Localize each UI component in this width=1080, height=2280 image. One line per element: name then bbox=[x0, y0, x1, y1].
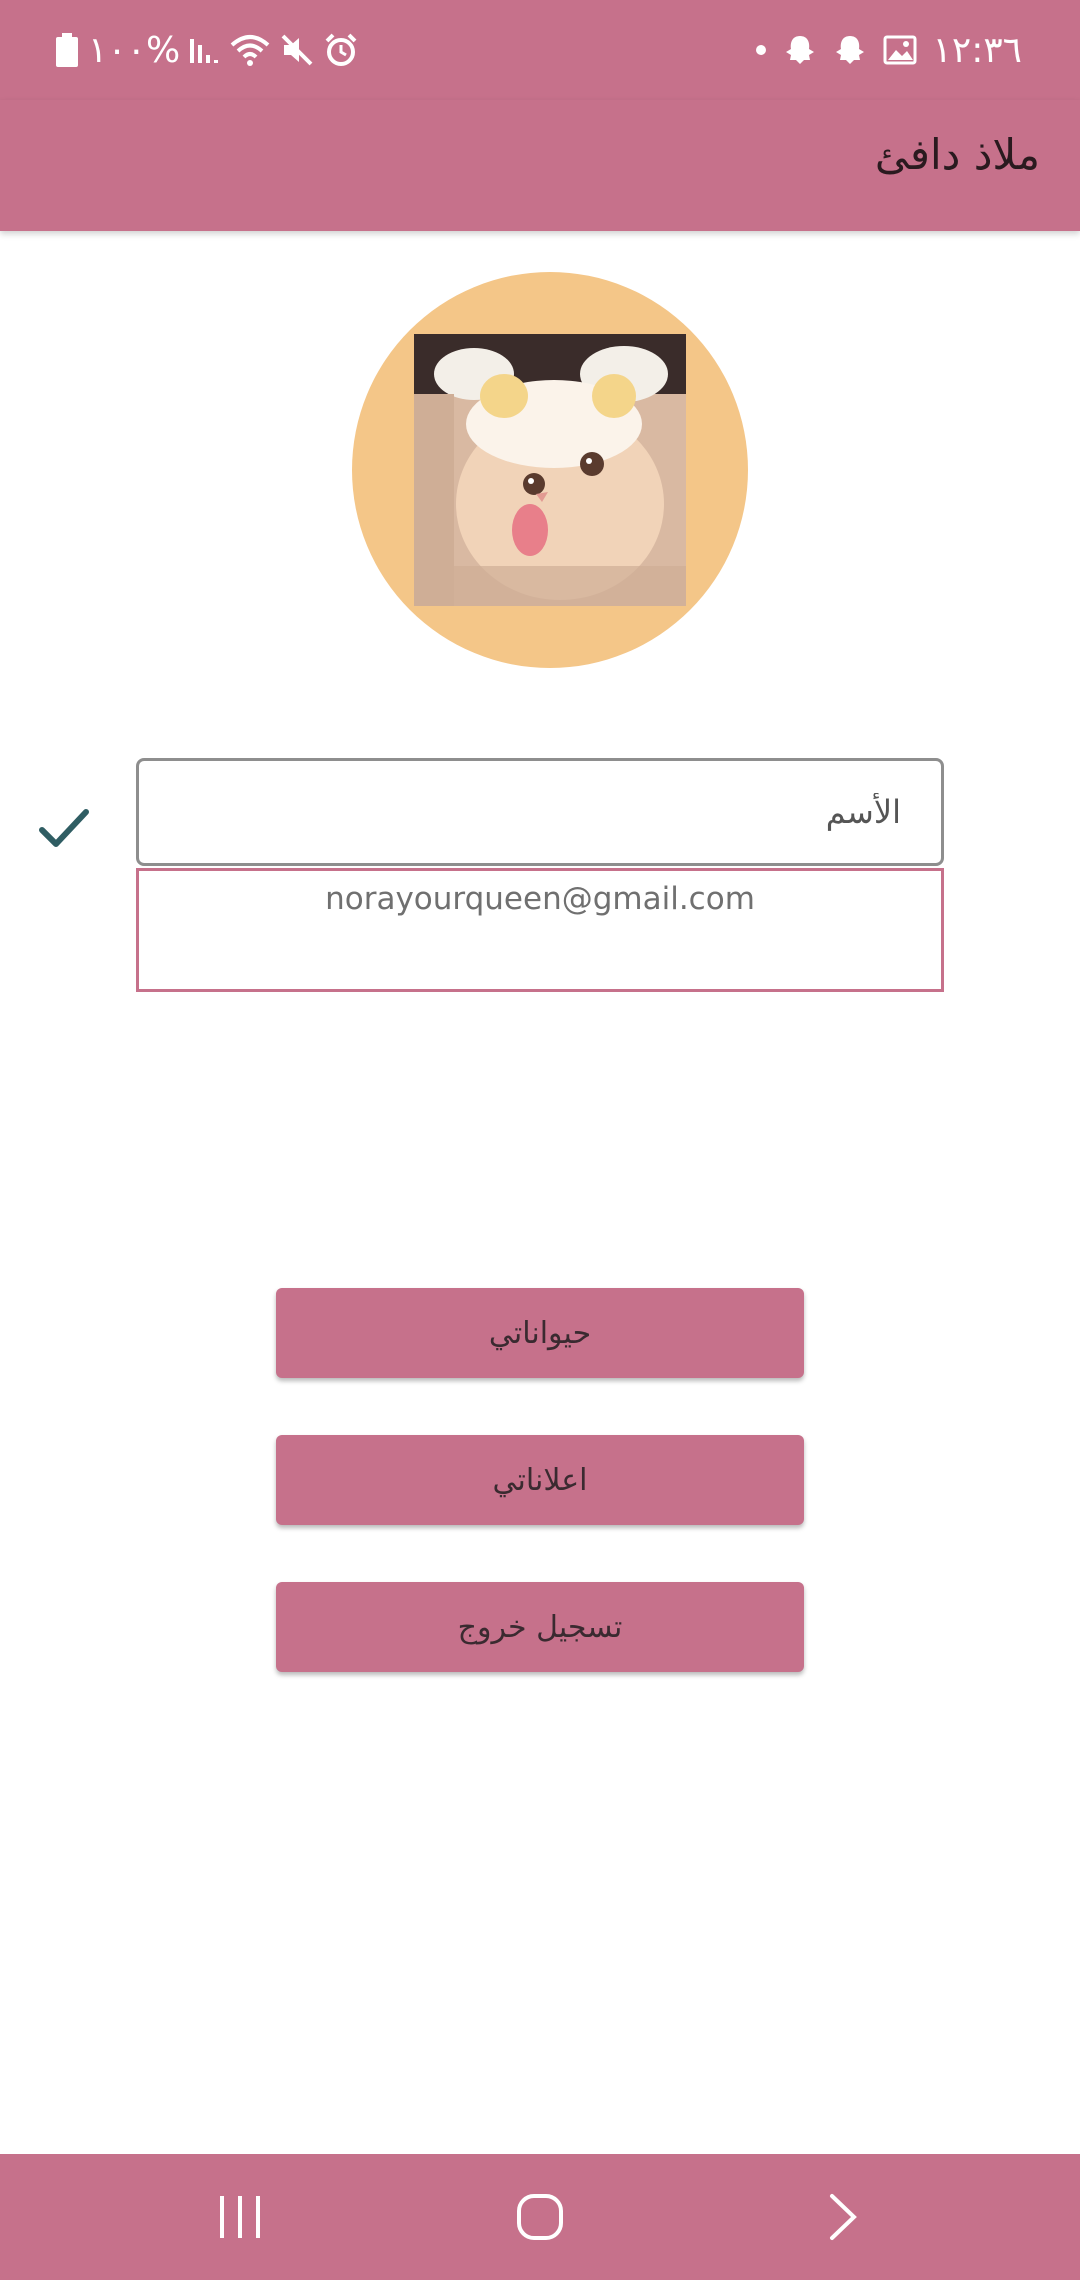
status-left-group: %١٠٠ bbox=[56, 26, 358, 74]
status-right-group: ١٢:٣٦ bbox=[755, 26, 1022, 74]
home-button[interactable] bbox=[500, 2182, 580, 2252]
alarm-icon bbox=[324, 26, 358, 74]
name-input[interactable] bbox=[139, 761, 941, 863]
logout-button[interactable]: تسجيل خروج bbox=[276, 1582, 804, 1672]
snapchat-icon bbox=[783, 26, 817, 74]
status-bar: %١٠٠ ١٢:٣٦ bbox=[0, 0, 1080, 100]
cat-photo-image bbox=[414, 334, 686, 606]
my-ads-button[interactable]: اعلاناتي bbox=[276, 1435, 804, 1525]
recents-button[interactable] bbox=[200, 2182, 280, 2252]
check-icon[interactable] bbox=[34, 798, 94, 858]
app-title: ملاذ دافئ bbox=[874, 130, 1040, 179]
my-pets-button[interactable]: حيواناتي bbox=[276, 1288, 804, 1378]
snapchat-icon bbox=[833, 26, 867, 74]
home-icon bbox=[517, 2194, 563, 2240]
name-field[interactable] bbox=[136, 758, 944, 866]
mute-icon bbox=[280, 26, 314, 74]
email-box: norayourqueen@gmail.com bbox=[136, 868, 944, 992]
battery-icon bbox=[56, 26, 78, 74]
app-bar: ملاذ دافئ bbox=[0, 100, 1080, 231]
navigation-bar bbox=[0, 2154, 1080, 2280]
back-button[interactable] bbox=[804, 2182, 884, 2252]
notification-dot-icon bbox=[755, 26, 767, 74]
battery-percent: %١٠٠ bbox=[88, 29, 181, 71]
signal-icon bbox=[190, 26, 220, 74]
email-text: norayourqueen@gmail.com bbox=[325, 881, 755, 917]
recents-icon bbox=[220, 2196, 260, 2238]
clock: ١٢:٣٦ bbox=[932, 29, 1022, 71]
profile-avatar[interactable] bbox=[352, 272, 748, 668]
gallery-icon bbox=[883, 26, 917, 74]
wifi-icon bbox=[230, 26, 270, 74]
back-icon bbox=[830, 2194, 857, 2240]
